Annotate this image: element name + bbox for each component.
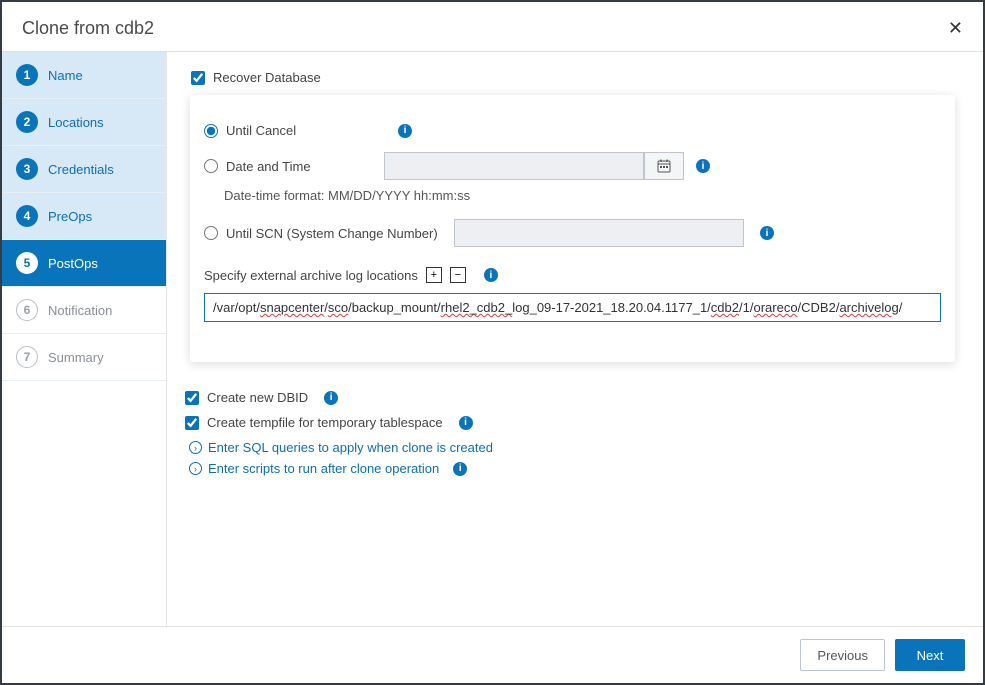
tempfile-row: Create tempfile for temporary tablespace…	[185, 415, 955, 430]
archive-log-label: Specify external archive log locations	[204, 268, 418, 283]
scn-info-icon[interactable]: i	[760, 226, 774, 240]
step-label: Notification	[48, 303, 112, 318]
scripts-expander[interactable]: › Enter scripts to run after clone opera…	[189, 461, 955, 476]
archive-log-path-input[interactable]: /var/opt/snapcenter/sco/backup_mount/rhe…	[204, 293, 941, 322]
date-format-hint: Date-time format: MM/DD/YYYY hh:mm:ss	[224, 188, 941, 203]
dialog-footer: Previous Next	[2, 626, 983, 683]
step-label: PreOps	[48, 209, 92, 224]
wizard-step-locations[interactable]: 2 Locations	[2, 99, 166, 146]
step-number-badge: 6	[16, 299, 38, 321]
step-number-badge: 3	[16, 158, 38, 180]
until-cancel-info-icon[interactable]: i	[398, 124, 412, 138]
step-label: Credentials	[48, 162, 114, 177]
new-dbid-info-icon[interactable]: i	[324, 391, 338, 405]
tempfile-info-icon[interactable]: i	[459, 416, 473, 430]
wizard-sidebar: 1 Name 2 Locations 3 Credentials 4 PreOps 5 PostO…	[2, 52, 167, 626]
wizard-step-credentials[interactable]: 3 Credentials	[2, 146, 166, 193]
recover-database-checkbox[interactable]	[191, 71, 205, 85]
until-cancel-row: Until Cancel i	[204, 123, 941, 138]
step-label: Locations	[48, 115, 104, 130]
until-scn-row: Until SCN (System Change Number) i	[204, 219, 941, 247]
date-time-radio[interactable]	[204, 159, 218, 173]
remove-location-button[interactable]: −	[450, 267, 466, 283]
dialog-body: 1 Name 2 Locations 3 Credentials 4 PreOps 5 PostO…	[2, 52, 983, 626]
calendar-button[interactable]	[644, 152, 684, 180]
close-button[interactable]: ✕	[948, 18, 963, 39]
calendar-icon	[657, 159, 671, 173]
step-number-badge: 5	[16, 252, 38, 274]
wizard-step-name[interactable]: 1 Name	[2, 52, 166, 99]
new-dbid-checkbox[interactable]	[185, 391, 199, 405]
clone-dialog: Clone from cdb2 ✕ 1 Name 2 Locations 3 Creden…	[0, 0, 985, 685]
date-time-row: Date and Time i	[204, 152, 941, 180]
add-location-button[interactable]: +	[426, 267, 442, 283]
previous-button[interactable]: Previous	[800, 639, 885, 671]
new-dbid-row: Create new DBID i	[185, 390, 955, 405]
sql-queries-expander[interactable]: › Enter SQL queries to apply when clone …	[189, 440, 955, 455]
tempfile-label: Create tempfile for temporary tablespace	[207, 415, 443, 430]
chevron-right-icon: ›	[189, 441, 202, 454]
until-scn-label: Until SCN (System Change Number)	[226, 226, 438, 241]
archive-log-spec-row: Specify external archive log locations +…	[204, 267, 941, 283]
date-time-input[interactable]	[384, 152, 644, 180]
step-label: Summary	[48, 350, 104, 365]
wizard-step-postops[interactable]: 5 PostOps	[2, 240, 166, 287]
wizard-step-preops[interactable]: 4 PreOps	[2, 193, 166, 240]
scripts-label: Enter scripts to run after clone operati…	[208, 461, 439, 476]
step-label: Name	[48, 68, 83, 83]
dialog-content: Recover Database Until Cancel i Date and…	[167, 52, 983, 626]
new-dbid-label: Create new DBID	[207, 390, 308, 405]
until-cancel-radio[interactable]	[204, 124, 218, 138]
date-time-info-icon[interactable]: i	[696, 159, 710, 173]
until-scn-radio[interactable]	[204, 226, 218, 240]
step-number-badge: 2	[16, 111, 38, 133]
next-button[interactable]: Next	[895, 639, 965, 671]
recover-database-label: Recover Database	[213, 70, 321, 85]
archive-log-info-icon[interactable]: i	[484, 268, 498, 282]
date-time-label: Date and Time	[226, 159, 311, 174]
chevron-right-icon: ›	[189, 462, 202, 475]
sql-queries-label: Enter SQL queries to apply when clone is…	[208, 440, 493, 455]
wizard-step-summary: 7 Summary	[2, 334, 166, 381]
recover-options-card: Until Cancel i Date and Time i Date-tim	[190, 95, 955, 362]
step-number-badge: 1	[16, 64, 38, 86]
wizard-step-notification: 6 Notification	[2, 287, 166, 334]
until-cancel-label: Until Cancel	[226, 123, 296, 138]
dialog-header: Clone from cdb2 ✕	[2, 2, 983, 52]
recover-database-row: Recover Database	[191, 70, 955, 85]
scn-input[interactable]	[454, 219, 744, 247]
scripts-info-icon[interactable]: i	[453, 462, 467, 476]
tempfile-checkbox[interactable]	[185, 416, 199, 430]
dialog-title: Clone from cdb2	[22, 18, 154, 39]
step-number-badge: 4	[16, 205, 38, 227]
step-number-badge: 7	[16, 346, 38, 368]
step-label: PostOps	[48, 256, 98, 271]
